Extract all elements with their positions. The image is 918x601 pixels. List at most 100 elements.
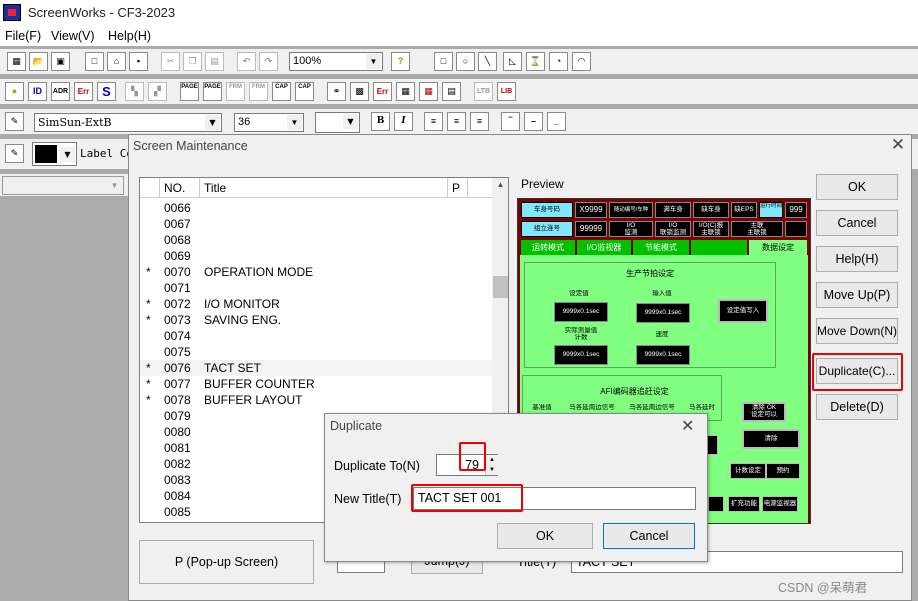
header-title[interactable]: Title: [200, 178, 448, 198]
pen-icon[interactable]: ✎: [5, 112, 24, 131]
bold-icon[interactable]: B: [371, 112, 390, 131]
chevron-down-icon[interactable]: ▼: [107, 178, 122, 193]
help-button[interactable]: Help(H): [816, 246, 898, 272]
binoculars-icon[interactable]: ⚭: [327, 82, 346, 101]
color-table-icon[interactable]: ▦: [419, 82, 438, 101]
table-row[interactable]: * 0076 TACT SET: [140, 360, 492, 376]
group-icon[interactable]: ▚: [125, 82, 144, 101]
redo-icon[interactable]: ↷: [259, 52, 278, 71]
lamp-icon[interactable]: ●: [5, 82, 24, 101]
rectangle-tool-icon[interactable]: □: [434, 52, 453, 71]
frm-prev-icon[interactable]: FRM: [226, 82, 245, 101]
table-row[interactable]: 0068: [140, 232, 492, 248]
table-row[interactable]: * 0078 BUFFER LAYOUT: [140, 392, 492, 408]
text-color-select[interactable]: ▼: [315, 112, 360, 133]
menu-view[interactable]: View(V): [51, 29, 95, 43]
cap-next-icon[interactable]: CAP: [295, 82, 314, 101]
spin-down-icon[interactable]: ▼: [486, 465, 498, 475]
align-right-icon[interactable]: ≡: [470, 112, 489, 131]
table-row[interactable]: 0075: [140, 344, 492, 360]
close-icon[interactable]: ✕: [886, 135, 910, 155]
header-p[interactable]: P: [448, 178, 468, 198]
paste-icon[interactable]: ▤: [205, 52, 224, 71]
new-project-icon[interactable]: ▦: [7, 52, 26, 71]
spin-up-icon[interactable]: ▲: [486, 455, 498, 465]
table-row[interactable]: 0069: [140, 248, 492, 264]
cap-prev-icon[interactable]: CAP: [272, 82, 291, 101]
polygon-tool-icon[interactable]: ◺: [503, 52, 522, 71]
chevron-down-icon[interactable]: ▼: [287, 115, 302, 130]
cancel-button[interactable]: Cancel: [816, 210, 898, 236]
align-center-icon[interactable]: ≡: [447, 112, 466, 131]
preview-tab: 数据设定: [749, 240, 807, 255]
move-up-button[interactable]: Move Up(P): [816, 282, 898, 308]
valign-bottom-icon[interactable]: _: [547, 112, 566, 131]
fill-color-select[interactable]: ▼: [32, 142, 77, 166]
move-down-button[interactable]: Move Down(N): [816, 318, 898, 344]
delete-button[interactable]: Delete(D): [816, 394, 898, 420]
chevron-down-icon[interactable]: ▼: [343, 114, 358, 129]
image-icon[interactable]: ▩: [350, 82, 369, 101]
table-icon[interactable]: ▦: [396, 82, 415, 101]
close-icon[interactable]: ✕: [681, 416, 694, 436]
italic-icon[interactable]: I: [394, 112, 413, 131]
pen-icon[interactable]: ✎: [5, 144, 24, 163]
table-row[interactable]: * 0073 SAVING ENG.: [140, 312, 492, 328]
table-row[interactable]: * 0072 I/O MONITOR: [140, 296, 492, 312]
row-title: OPERATION MODE: [204, 265, 314, 279]
page-prev-icon[interactable]: PAGE: [180, 82, 199, 101]
id-icon[interactable]: ID: [28, 82, 47, 101]
arc-tool-icon[interactable]: ◠: [572, 52, 591, 71]
table-row[interactable]: 0074: [140, 328, 492, 344]
menu-file[interactable]: File(F): [5, 29, 41, 43]
chevron-down-icon[interactable]: ▼: [60, 147, 75, 162]
line-tool-icon[interactable]: ╲: [478, 52, 497, 71]
open-project-icon[interactable]: 📂: [29, 52, 48, 71]
scrollbar-thumb[interactable]: [493, 276, 508, 298]
new-file-icon[interactable]: □: [85, 52, 104, 71]
lib-icon[interactable]: LIB: [497, 82, 516, 101]
open-file-icon[interactable]: ⌂: [107, 52, 126, 71]
frm-next-icon[interactable]: FRM: [249, 82, 268, 101]
s-icon[interactable]: S: [97, 82, 116, 101]
err-icon[interactable]: Err: [74, 82, 93, 101]
zoom-select[interactable]: 100% ▼: [289, 52, 383, 71]
preview-label: 马各延周边信号: [629, 404, 675, 411]
valign-top-icon[interactable]: ‾: [501, 112, 520, 131]
undo-icon[interactable]: ↶: [237, 52, 256, 71]
table-row[interactable]: 0067: [140, 216, 492, 232]
cancel-button[interactable]: Cancel: [603, 523, 695, 549]
save-file-icon[interactable]: ▪: [129, 52, 148, 71]
table-row[interactable]: * 0070 OPERATION MODE: [140, 264, 492, 280]
adr-icon[interactable]: ADR: [51, 82, 70, 101]
menu-help[interactable]: Help(H): [108, 29, 151, 43]
ok-button[interactable]: OK: [497, 523, 593, 549]
valign-middle-icon[interactable]: –: [524, 112, 543, 131]
header-no[interactable]: NO.: [160, 178, 200, 198]
chevron-down-icon[interactable]: ▼: [366, 54, 381, 69]
table-row[interactable]: 0071: [140, 280, 492, 296]
copy-icon[interactable]: ❐: [183, 52, 202, 71]
table-row[interactable]: 0066: [140, 200, 492, 216]
cut-icon[interactable]: ✂: [161, 52, 180, 71]
sector-tool-icon[interactable]: ◔: [549, 52, 568, 71]
err-list-icon[interactable]: Err: [373, 82, 392, 101]
chevron-down-icon[interactable]: ▼: [205, 115, 220, 130]
circle-tool-icon[interactable]: ○: [456, 52, 475, 71]
grid-icon[interactable]: ▤: [442, 82, 461, 101]
spin-stepper[interactable]: ▲ ▼: [485, 455, 498, 475]
ltb-icon[interactable]: LTB: [474, 82, 493, 101]
table-row[interactable]: * 0077 BUFFER COUNTER: [140, 376, 492, 392]
page-next-icon[interactable]: PAGE: [203, 82, 222, 101]
font-name-select[interactable]: SimSun-ExtB ▼: [34, 113, 222, 132]
font-size-select[interactable]: 36 ▼: [234, 113, 304, 132]
ok-button[interactable]: OK: [816, 174, 898, 200]
object-select[interactable]: ▼: [2, 176, 124, 195]
align-left-icon[interactable]: ≡: [424, 112, 443, 131]
help-question-icon[interactable]: ?: [391, 52, 410, 71]
hourglass-tool-icon[interactable]: ⌛: [526, 52, 545, 71]
save-project-icon[interactable]: ▣: [51, 52, 70, 71]
scroll-up-icon[interactable]: ▲: [492, 180, 508, 189]
ungroup-icon[interactable]: ▞: [148, 82, 167, 101]
preview-button: [708, 496, 724, 512]
